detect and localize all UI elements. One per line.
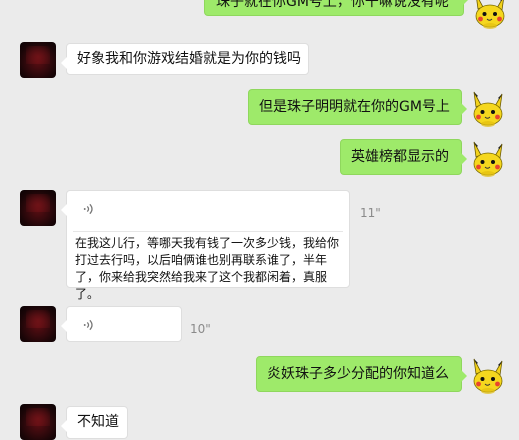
voice-message-bubble[interactable] <box>61 306 182 342</box>
transcript-divider <box>73 231 343 232</box>
voice-message-bubble[interactable]: 在我这儿行，等哪天我有钱了一次多少钱，我给你打过去行吗，以后咱俩谁也别再联系谁了… <box>61 190 350 301</box>
voice-duration: 11" <box>360 206 381 220</box>
message-bubble-received[interactable]: 不知道 <box>61 406 128 439</box>
pikachu-avatar[interactable] <box>468 88 508 128</box>
contact-avatar[interactable] <box>20 190 56 226</box>
voice-transcript: 在我这儿行，等哪天我有钱了一次多少钱，我给你打过去行吗，以后咱俩谁也别再联系谁了… <box>75 236 340 301</box>
message-bubble-sent[interactable]: 但是珠子明明就在你的GM号上 <box>248 89 467 125</box>
contact-avatar[interactable] <box>20 306 56 342</box>
pikachu-avatar[interactable] <box>470 0 510 30</box>
voice-duration: 10" <box>190 322 211 336</box>
message-bubble-sent[interactable]: 英雄榜都显示的 <box>340 139 467 175</box>
contact-avatar[interactable] <box>20 42 56 78</box>
message-bubble-received[interactable]: 好象我和你游戏结婚就是为你的钱吗 <box>61 43 309 75</box>
message-bubble-sent[interactable]: 珠子就在你GM号上，你干嘛说没有呢 <box>204 0 469 16</box>
voice-wave-icon <box>83 319 93 331</box>
voice-wave-icon <box>83 203 93 215</box>
message-bubble-sent[interactable]: 炎妖珠子多少分配的你知道么 <box>256 356 467 392</box>
contact-avatar[interactable] <box>20 404 56 440</box>
pikachu-avatar[interactable] <box>468 355 508 395</box>
pikachu-avatar[interactable] <box>468 138 508 178</box>
